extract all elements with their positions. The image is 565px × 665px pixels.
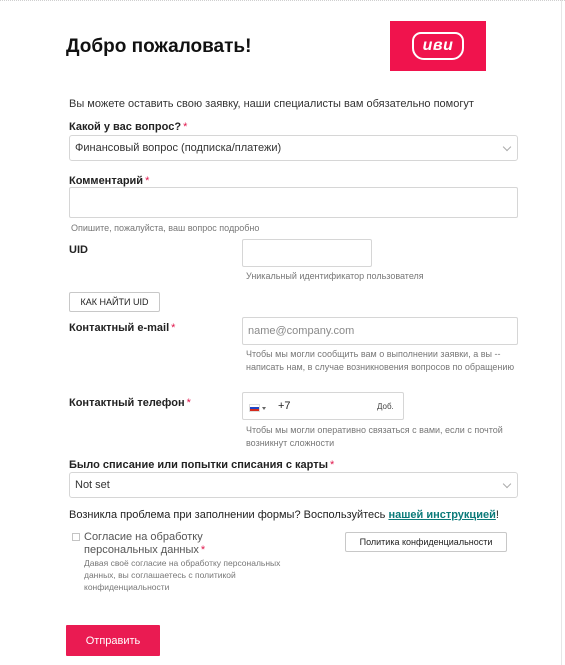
required-mark: *: [200, 544, 206, 556]
question-select[interactable]: Финансовый вопрос (подписка/платежи): [69, 135, 518, 161]
consent-label-line1: Согласие на обработку: [84, 531, 203, 543]
chargeback-label-text: Было списание или попытки списания с кар…: [69, 459, 328, 471]
chargeback-label: Было списание или попытки списания с кар…: [69, 459, 334, 471]
required-mark: *: [183, 121, 188, 133]
find-uid-button[interactable]: КАК НАЙТИ UID: [69, 292, 160, 312]
phone-input[interactable]: +7 Доб.: [242, 392, 404, 420]
question-label: Какой у вас вопрос? *: [69, 121, 187, 133]
caret-down-icon: [262, 407, 266, 410]
phone-ext-label: Доб.: [377, 402, 394, 411]
consent-help: Давая своё согласие на обработку персона…: [84, 558, 281, 592]
intro-text: Вы можете оставить свою заявку, наши спе…: [69, 98, 474, 110]
instructions-link[interactable]: нашей инструкцией: [388, 509, 495, 521]
email-label-text: Контактный e-mail: [69, 322, 170, 334]
required-mark: *: [171, 322, 176, 334]
required-mark: *: [186, 397, 191, 409]
email-help: Чтобы мы могли сообщить вам о выполнении…: [246, 349, 515, 372]
email-placeholder: name@company.com: [248, 325, 355, 337]
question-label-text: Какой у вас вопрос?: [69, 121, 182, 133]
chargeback-selected-value: Not set: [75, 479, 110, 491]
submit-button[interactable]: Отправить: [66, 625, 160, 656]
uid-input[interactable]: [242, 239, 372, 267]
phone-prefix: +7: [278, 400, 291, 412]
phone-help: Чтобы мы могли оперативно связаться с ва…: [246, 425, 503, 448]
phone-label: Контактный телефон *: [69, 397, 191, 409]
problem-note-suffix: !: [495, 509, 499, 521]
required-mark: *: [330, 459, 335, 471]
consent-label[interactable]: Согласие на обработку персональных данны…: [84, 531, 205, 557]
page-right-edge: [561, 0, 562, 665]
problem-note-text: Возникла проблема при заполнении формы? …: [69, 509, 389, 521]
comment-help: Опишите, пожалуйста, ваш вопрос подробно: [71, 223, 260, 233]
privacy-policy-button[interactable]: Политика конфиденциальности: [345, 532, 507, 552]
consent-label-line2: персональных данных: [84, 544, 199, 556]
required-mark: *: [145, 175, 150, 187]
email-label: Контактный e-mail *: [69, 322, 175, 334]
comment-label: Комментарий *: [69, 175, 149, 187]
chargeback-select[interactable]: Not set: [69, 472, 518, 498]
phone-label-text: Контактный телефон: [69, 397, 185, 409]
problem-note: Возникла проблема при заполнении формы? …: [69, 509, 499, 521]
ivi-logo-text: иви: [412, 32, 464, 60]
chevron-down-icon: [502, 479, 512, 489]
uid-help: Уникальный идентификатор пользователя: [246, 271, 424, 281]
top-dotted-border: [0, 0, 565, 3]
email-input[interactable]: name@company.com: [242, 317, 518, 345]
chevron-down-icon: [502, 142, 512, 152]
uid-label: UID: [69, 244, 88, 256]
question-selected-value: Финансовый вопрос (подписка/платежи): [75, 142, 282, 154]
russia-flag-icon[interactable]: [249, 404, 260, 412]
ivi-logo: иви: [390, 21, 486, 71]
comment-label-text: Комментарий: [69, 175, 144, 187]
consent-checkbox[interactable]: [72, 533, 80, 541]
page-title: Добро пожаловать!: [66, 36, 252, 57]
comment-textarea[interactable]: [69, 187, 518, 218]
